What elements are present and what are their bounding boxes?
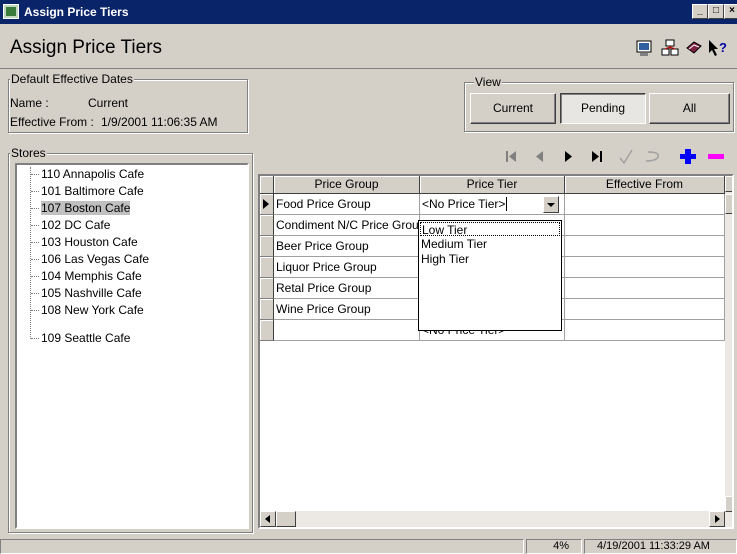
dropdown-option[interactable]: High Tier: [420, 252, 469, 266]
price-tier-dropdown-list[interactable]: Low Tier Medium Tier High Tier: [418, 220, 562, 331]
tree-item-store[interactable]: 102 DC Cafe: [41, 217, 110, 233]
status-bar: 4% 4/19/2001 11:33:29 AM: [0, 537, 737, 554]
view-all-button[interactable]: All: [649, 93, 730, 124]
row-indicator[interactable]: [260, 278, 274, 299]
tree-item-store[interactable]: 105 Nashville Cafe: [41, 285, 142, 301]
maximize-button[interactable]: □: [708, 4, 724, 19]
horizontal-scroll-thumb[interactable]: [276, 511, 296, 527]
cell-price-group[interactable]: Retal Price Group: [274, 278, 420, 299]
name-value: Current: [88, 96, 129, 110]
window-title-bar[interactable]: Assign Price Tiers _ □ ×: [0, 0, 737, 24]
dropdown-option[interactable]: Medium Tier: [420, 237, 487, 251]
screen-icon[interactable]: [635, 38, 655, 58]
current-row-arrow-icon: [263, 199, 269, 209]
form-header: Assign Price Tiers ?: [0, 24, 737, 69]
minimize-button[interactable]: _: [692, 4, 708, 19]
dropdown-option-highlighted[interactable]: Low Tier: [420, 222, 560, 237]
page-title: Assign Price Tiers: [10, 37, 163, 58]
row-indicator[interactable]: [260, 299, 274, 320]
name-label: Name :: [10, 96, 49, 110]
tree-item-store-selected[interactable]: 107 Boston Cafe: [41, 200, 131, 216]
window-title: Assign Price Tiers: [24, 5, 129, 19]
status-message-pane: [0, 539, 524, 554]
first-record-icon[interactable]: [506, 151, 516, 162]
cell-effective-from[interactable]: [565, 278, 725, 299]
scroll-down-button[interactable]: [725, 496, 732, 512]
tree-item-store[interactable]: 104 Memphis Cafe: [41, 268, 142, 284]
scroll-thumb[interactable]: [725, 194, 732, 214]
close-button[interactable]: ×: [724, 4, 737, 19]
chevron-left-icon: [265, 515, 270, 523]
svg-text:?: ?: [719, 40, 727, 55]
view-pending-button[interactable]: Pending: [560, 93, 646, 124]
prior-record-icon[interactable]: [536, 151, 543, 162]
row-indicator[interactable]: [260, 215, 274, 236]
help-pointer-icon[interactable]: ?: [707, 38, 727, 58]
tier-dropdown-button[interactable]: [543, 196, 559, 213]
post-check-icon[interactable]: [619, 149, 633, 165]
effective-from-label: Effective From :: [10, 115, 94, 129]
view-group-label: View: [474, 75, 502, 89]
tree-item-store[interactable]: 103 Houston Cafe: [41, 234, 138, 250]
cell-effective-from[interactable]: [565, 236, 725, 257]
tree-item-store[interactable]: 101 Baltimore Cafe: [41, 183, 144, 199]
app-icon[interactable]: [3, 4, 19, 19]
insert-plus-icon[interactable]: [680, 149, 696, 164]
tree-item-store[interactable]: 108 New York Cafe: [41, 302, 144, 318]
status-datetime: 4/19/2001 11:33:29 AM: [584, 539, 737, 554]
cell-price-group[interactable]: Liquor Price Group: [274, 257, 420, 278]
cell-price-group[interactable]: Beer Price Group: [274, 236, 420, 257]
delete-minus-icon[interactable]: [708, 154, 724, 159]
sync-icon[interactable]: [660, 38, 680, 58]
chevron-down-icon: [547, 203, 555, 207]
row-indicator-current[interactable]: [260, 194, 274, 215]
tree-item-store[interactable]: 110 Annapolis Cafe: [41, 166, 144, 182]
scroll-left-button[interactable]: [260, 511, 276, 527]
cell-effective-from[interactable]: [565, 194, 725, 215]
store-tree[interactable]: 110 Annapolis Cafe 101 Baltimore Cafe 10…: [15, 163, 249, 529]
column-header-price-group[interactable]: Price Group: [274, 176, 420, 194]
cell-effective-from[interactable]: [565, 320, 725, 341]
column-header-price-tier[interactable]: Price Tier: [420, 176, 565, 194]
scroll-right-button[interactable]: [709, 511, 725, 527]
cell-effective-from[interactable]: [565, 299, 725, 320]
report-book-icon[interactable]: [684, 38, 704, 58]
effective-from-value: 1/9/2001 11:06:35 AM: [101, 115, 218, 129]
cell-price-group[interactable]: Condiment N/C Price Group: [274, 215, 420, 236]
status-percent: 4%: [526, 539, 582, 554]
cell-price-group[interactable]: Food Price Group: [274, 194, 420, 215]
stores-group-label: Stores: [10, 146, 47, 160]
row-indicator[interactable]: [260, 320, 274, 341]
last-record-icon[interactable]: [592, 151, 602, 162]
row-indicator[interactable]: [260, 236, 274, 257]
cell-effective-from[interactable]: [565, 257, 725, 278]
next-record-icon[interactable]: [565, 151, 572, 162]
view-current-button[interactable]: Current: [470, 93, 556, 124]
row-indicator[interactable]: [260, 257, 274, 278]
chevron-right-icon: [715, 515, 720, 523]
column-header-effective-from[interactable]: Effective From: [565, 176, 725, 194]
horizontal-scrollbar[interactable]: [260, 511, 725, 527]
vertical-scrollbar[interactable]: [725, 176, 732, 527]
tree-item-store[interactable]: 109 Seattle Cafe: [41, 330, 130, 346]
tree-item-store[interactable]: 106 Las Vegas Cafe: [41, 251, 149, 267]
cell-price-group[interactable]: [274, 320, 420, 341]
cancel-edit-icon[interactable]: [645, 151, 660, 162]
cell-effective-from[interactable]: [565, 215, 725, 236]
grid-corner: [260, 176, 274, 194]
cell-price-group[interactable]: Wine Price Group: [274, 299, 420, 320]
scroll-up-button[interactable]: [725, 176, 732, 192]
default-effective-dates-label: Default Effective Dates: [10, 72, 134, 86]
record-navigator: [498, 146, 734, 168]
